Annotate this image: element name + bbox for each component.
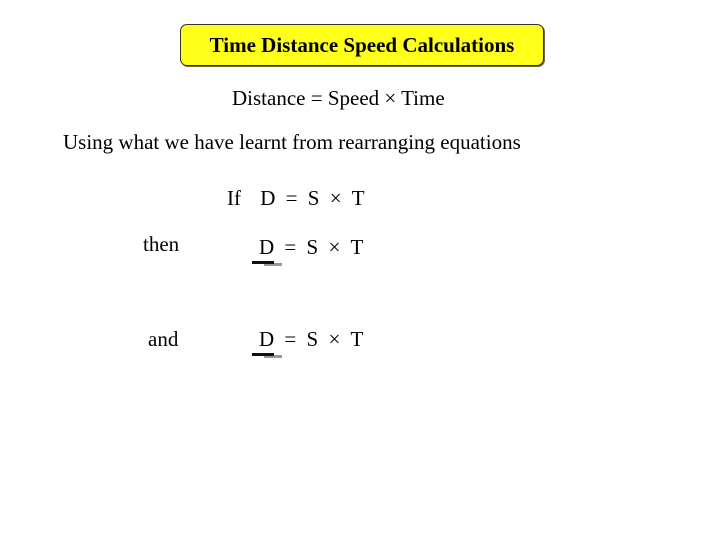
page-title: Time Distance Speed Calculations <box>209 32 515 57</box>
intro-text: Using what we have learnt from rearrangi… <box>63 130 521 154</box>
equals-sign: = <box>285 186 298 210</box>
equals-sign: = <box>284 235 297 259</box>
and-label: and <box>148 327 179 351</box>
distance-symbol: D <box>260 186 276 210</box>
speed-symbol: S <box>306 327 319 351</box>
times-sign: × <box>329 186 342 210</box>
time-symbol: T <box>350 327 364 351</box>
distance-underline <box>252 353 282 358</box>
times-sign: × <box>328 235 341 259</box>
times-sign: × <box>328 327 341 351</box>
distance-underline <box>252 261 282 266</box>
then-equation: D = S × T <box>259 235 363 260</box>
and-equation: D = S × T <box>259 327 363 352</box>
main-formula: Distance = Speed × Time <box>232 86 445 110</box>
title-box: Time Distance Speed Calculations <box>180 24 544 66</box>
time-symbol: T <box>351 186 365 210</box>
distance-symbol: D <box>259 327 275 351</box>
then-label: then <box>143 232 180 256</box>
if-label: If <box>227 186 241 210</box>
equals-sign: = <box>284 327 297 351</box>
speed-symbol: S <box>307 186 320 210</box>
time-symbol: T <box>350 235 364 259</box>
if-equation: If D = S × T <box>227 186 365 211</box>
speed-symbol: S <box>306 235 319 259</box>
distance-symbol: D <box>259 235 275 259</box>
